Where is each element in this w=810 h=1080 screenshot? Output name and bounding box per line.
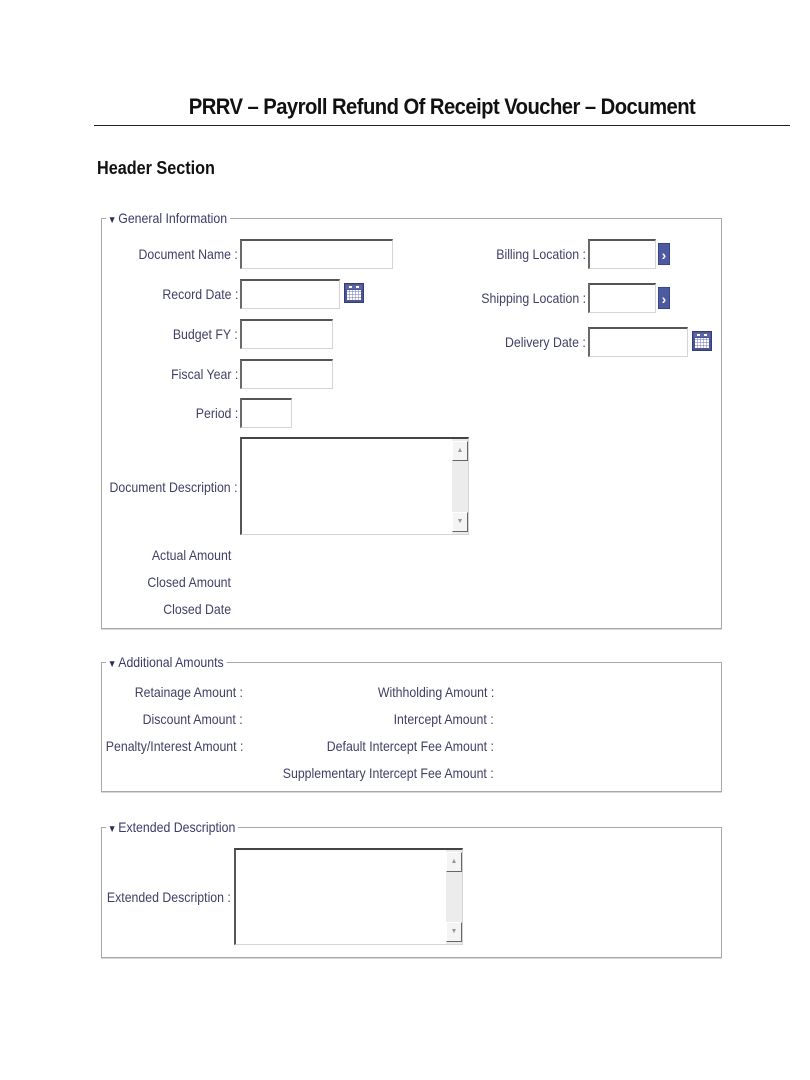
discount-amount-label: Discount Amount : xyxy=(143,711,243,727)
extended-description-toggle[interactable]: ▼ Extended Description xyxy=(106,819,238,835)
general-information-legend: General Information xyxy=(118,210,228,226)
default-intercept-fee-amount-label: Default Intercept Fee Amount : xyxy=(326,738,494,754)
delivery-date-input[interactable] xyxy=(588,327,688,357)
title-divider xyxy=(94,125,790,126)
extended-description-legend: Extended Description xyxy=(118,819,236,835)
general-information-toggle[interactable]: ▼ General Information xyxy=(106,210,230,226)
scroll-up-icon[interactable]: ▲ xyxy=(446,852,462,872)
additional-amounts-legend: Additional Amounts xyxy=(118,654,224,670)
extended-description-textarea[interactable]: ▲ ▼ xyxy=(234,848,463,945)
triangle-down-icon: ▼ xyxy=(107,659,117,670)
actual-amount-label: Actual Amount xyxy=(151,547,231,563)
shipping-location-label: Shipping Location : xyxy=(481,290,586,306)
triangle-down-icon: ▼ xyxy=(107,215,117,226)
scroll-up-icon[interactable]: ▲ xyxy=(452,441,468,461)
calendar-icon[interactable] xyxy=(692,331,712,351)
document-description-textarea[interactable]: ▲ ▼ xyxy=(240,437,469,535)
withholding-amount-label: Withholding Amount : xyxy=(377,684,494,700)
period-label: Period : xyxy=(195,405,238,421)
scroll-down-icon[interactable]: ▼ xyxy=(446,922,462,942)
closed-date-label: Closed Date xyxy=(163,601,231,617)
extended-description-label: Extended Description : xyxy=(107,889,231,905)
fiscal-year-input[interactable] xyxy=(240,359,333,389)
billing-location-label: Billing Location : xyxy=(496,246,586,262)
period-input[interactable] xyxy=(240,398,292,428)
intercept-amount-label: Intercept Amount : xyxy=(394,711,494,727)
penalty-interest-amount-label: Penalty/Interest Amount : xyxy=(105,738,243,754)
chevron-right-icon[interactable]: › xyxy=(658,243,670,265)
closed-amount-label: Closed Amount xyxy=(147,574,231,590)
document-description-label: Document Description : xyxy=(109,479,238,495)
record-date-input[interactable] xyxy=(240,279,340,309)
scrollbar[interactable]: ▲ ▼ xyxy=(452,439,468,534)
calendar-icon[interactable] xyxy=(344,283,364,303)
delivery-date-label: Delivery Date : xyxy=(505,334,586,350)
fiscal-year-label: Fiscal Year : xyxy=(170,366,238,382)
triangle-down-icon: ▼ xyxy=(107,824,117,835)
document-description-input[interactable] xyxy=(242,439,452,534)
billing-location-input[interactable] xyxy=(588,239,656,269)
scroll-down-icon[interactable]: ▼ xyxy=(452,512,468,532)
extended-description-input[interactable] xyxy=(236,850,446,944)
section-heading: Header Section xyxy=(97,158,215,178)
record-date-label: Record Date : xyxy=(161,286,238,302)
general-information-panel: ▼ General Information xyxy=(101,210,722,629)
supplementary-intercept-fee-amount-label: Supplementary Intercept Fee Amount : xyxy=(283,765,494,781)
shipping-location-input[interactable] xyxy=(588,283,656,313)
document-name-label: Document Name : xyxy=(138,246,238,262)
budget-fy-input[interactable] xyxy=(240,319,333,349)
page-title: PRRV – Payroll Refund Of Receipt Voucher… xyxy=(188,94,696,119)
scrollbar[interactable]: ▲ ▼ xyxy=(446,850,462,944)
retainage-amount-label: Retainage Amount : xyxy=(134,684,243,700)
document-name-input[interactable] xyxy=(240,239,393,269)
additional-amounts-toggle[interactable]: ▼ Additional Amounts xyxy=(106,654,227,670)
chevron-right-icon[interactable]: › xyxy=(658,287,670,309)
budget-fy-label: Budget FY : xyxy=(173,326,238,342)
